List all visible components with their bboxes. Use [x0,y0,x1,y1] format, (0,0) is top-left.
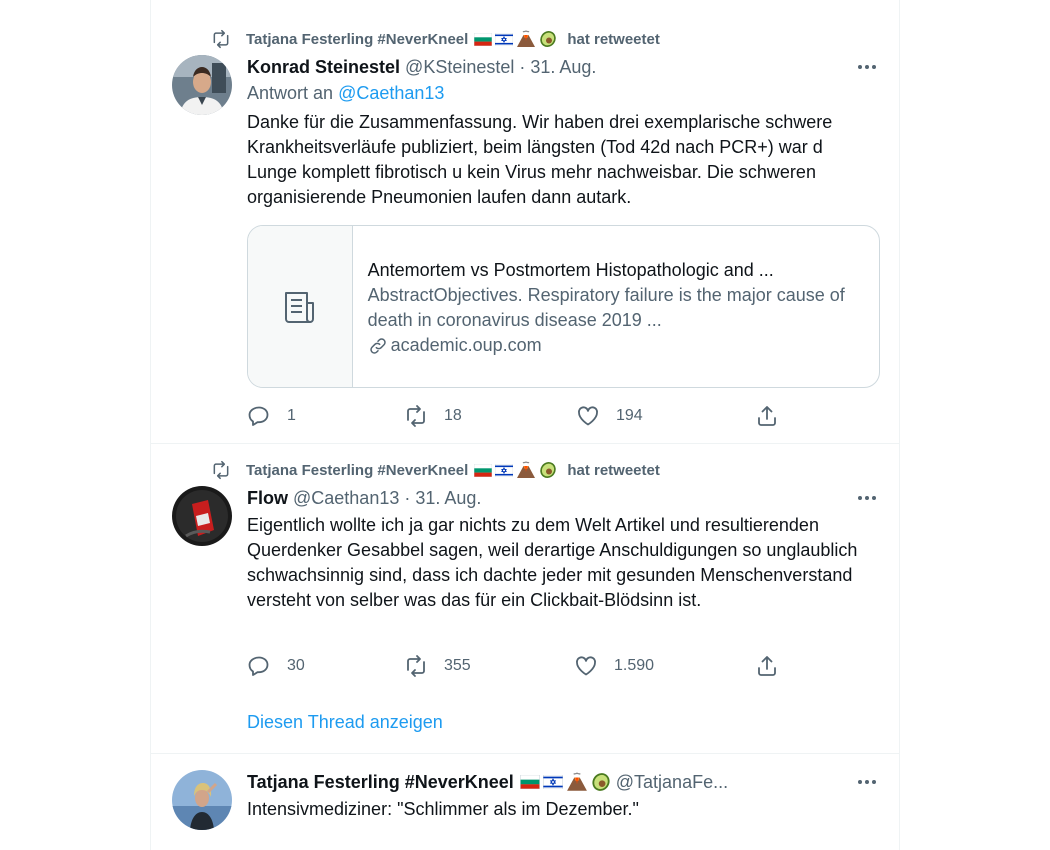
separator: · [519,56,526,77]
author-handle[interactable]: @Caethan13 [293,488,399,509]
reply-count: 30 [287,657,305,674]
author-handle[interactable]: @KSteinestel [405,57,514,78]
reply-prefix: Antwort an [247,83,334,103]
tweet[interactable]: Tatjana Festerling #NeverKneel @TatjanaF… [151,754,899,850]
israel-flag-icon [495,463,514,477]
share-icon [758,406,776,426]
retweet-count: 355 [444,657,471,674]
tweet-text: Eigentlich wollte ich ja gar nichts zu d… [247,515,858,610]
bulgaria-flag-icon [519,775,540,789]
card-description: AbstractObjectives. Respiratory failure … [367,285,845,330]
avocado-icon [540,31,557,47]
card-title: Antemortem vs Postmortem Histopathologic… [367,260,774,280]
retweeter-name[interactable]: Tatjana Festerling #NeverKneel [246,31,468,48]
author-name[interactable]: Konrad Steinestel [247,57,400,78]
like-button[interactable]: 194 [576,404,643,428]
israel-flag-icon [542,775,563,789]
show-thread-link[interactable]: Diesen Thread anzeigen [247,712,443,733]
tweet-header: Flow @Caethan13 · 31. Aug. [247,486,481,510]
reply-icon [248,406,269,426]
tweet-date[interactable]: 31. Aug. [415,488,481,509]
retweet-icon [407,655,425,677]
retweet-button[interactable]: 18 [404,404,462,428]
retweet-icon [407,405,425,427]
volcano-icon [566,772,587,791]
avocado-icon [540,462,557,478]
retweeter-name[interactable]: Tatjana Festerling #NeverKneel [246,462,468,479]
tweet[interactable]: Tatjana Festerling #NeverKneel hat retwe… [151,444,899,754]
reply-button[interactable]: 30 [247,654,305,678]
reply-mention[interactable]: @Caethan13 [338,83,444,103]
retweeter-emoji [474,461,557,479]
share-icon [758,656,776,676]
retweet-icon [211,29,231,49]
tweet-actions: 30 355 1.590 [247,654,787,678]
link-icon [369,337,386,354]
israel-flag-icon [495,32,514,46]
card-thumbnail [248,226,353,387]
reply-icon [248,656,269,676]
retweet-suffix: hat retweetet [567,30,660,48]
article-icon [284,291,314,323]
bulgaria-flag-icon [474,463,493,477]
like-icon [578,406,598,426]
volcano-icon [517,461,536,478]
bulgaria-flag-icon [474,32,493,46]
avocado-icon [592,773,610,791]
like-button[interactable]: 1.590 [574,654,654,678]
author-handle[interactable]: @TatjanaFe... [616,772,728,793]
more-icon[interactable] [857,57,877,77]
tweet-text: Intensivmediziner: "Schlimmer als im Dez… [247,799,639,819]
retweet-context[interactable]: Tatjana Festerling #NeverKneel hat retwe… [211,29,660,49]
avatar[interactable] [172,486,232,546]
tweet-header: Tatjana Festerling #NeverKneel @TatjanaF… [247,770,728,794]
timeline: Tatjana Festerling #NeverKneel hat retwe… [150,0,900,850]
card-domain: academic.oup.com [390,335,542,355]
share-button[interactable] [755,404,779,428]
retweet-context[interactable]: Tatjana Festerling #NeverKneel hat retwe… [211,460,660,480]
retweet-count: 18 [444,407,462,424]
more-icon[interactable] [857,772,877,792]
card-domain-row: academic.oup.com [368,333,864,358]
avatar[interactable] [172,55,232,115]
tweet-actions: 1 18 194 [247,404,787,428]
avatar[interactable] [172,770,232,830]
author-name[interactable]: Flow [247,488,288,509]
reply-button[interactable]: 1 [247,404,296,428]
share-button[interactable] [755,654,779,678]
tweet-text: Danke für die Zusammenfassung. Wir haben… [247,112,833,207]
tweet-date[interactable]: 31. Aug. [530,57,596,78]
like-count: 1.590 [614,657,655,674]
link-card[interactable]: Antemortem vs Postmortem Histopathologic… [247,225,880,388]
reply-count: 1 [287,407,296,424]
tweet-header: Konrad Steinestel @KSteinestel · 31. Aug… [247,55,596,79]
author-name[interactable]: Tatjana Festerling #NeverKneel [247,772,514,793]
volcano-icon [517,30,536,47]
tweet[interactable]: Tatjana Festerling #NeverKneel hat retwe… [151,0,899,444]
separator: · [404,487,411,508]
retweet-button[interactable]: 355 [404,654,471,678]
retweet-suffix: hat retweetet [567,461,660,479]
more-icon[interactable] [857,488,877,508]
like-count: 194 [616,407,643,424]
reply-context: Antwort an @Caethan13 [247,83,444,104]
author-emoji [519,772,611,792]
like-icon [576,656,596,676]
retweet-icon [211,460,231,480]
retweeter-emoji [474,30,557,48]
